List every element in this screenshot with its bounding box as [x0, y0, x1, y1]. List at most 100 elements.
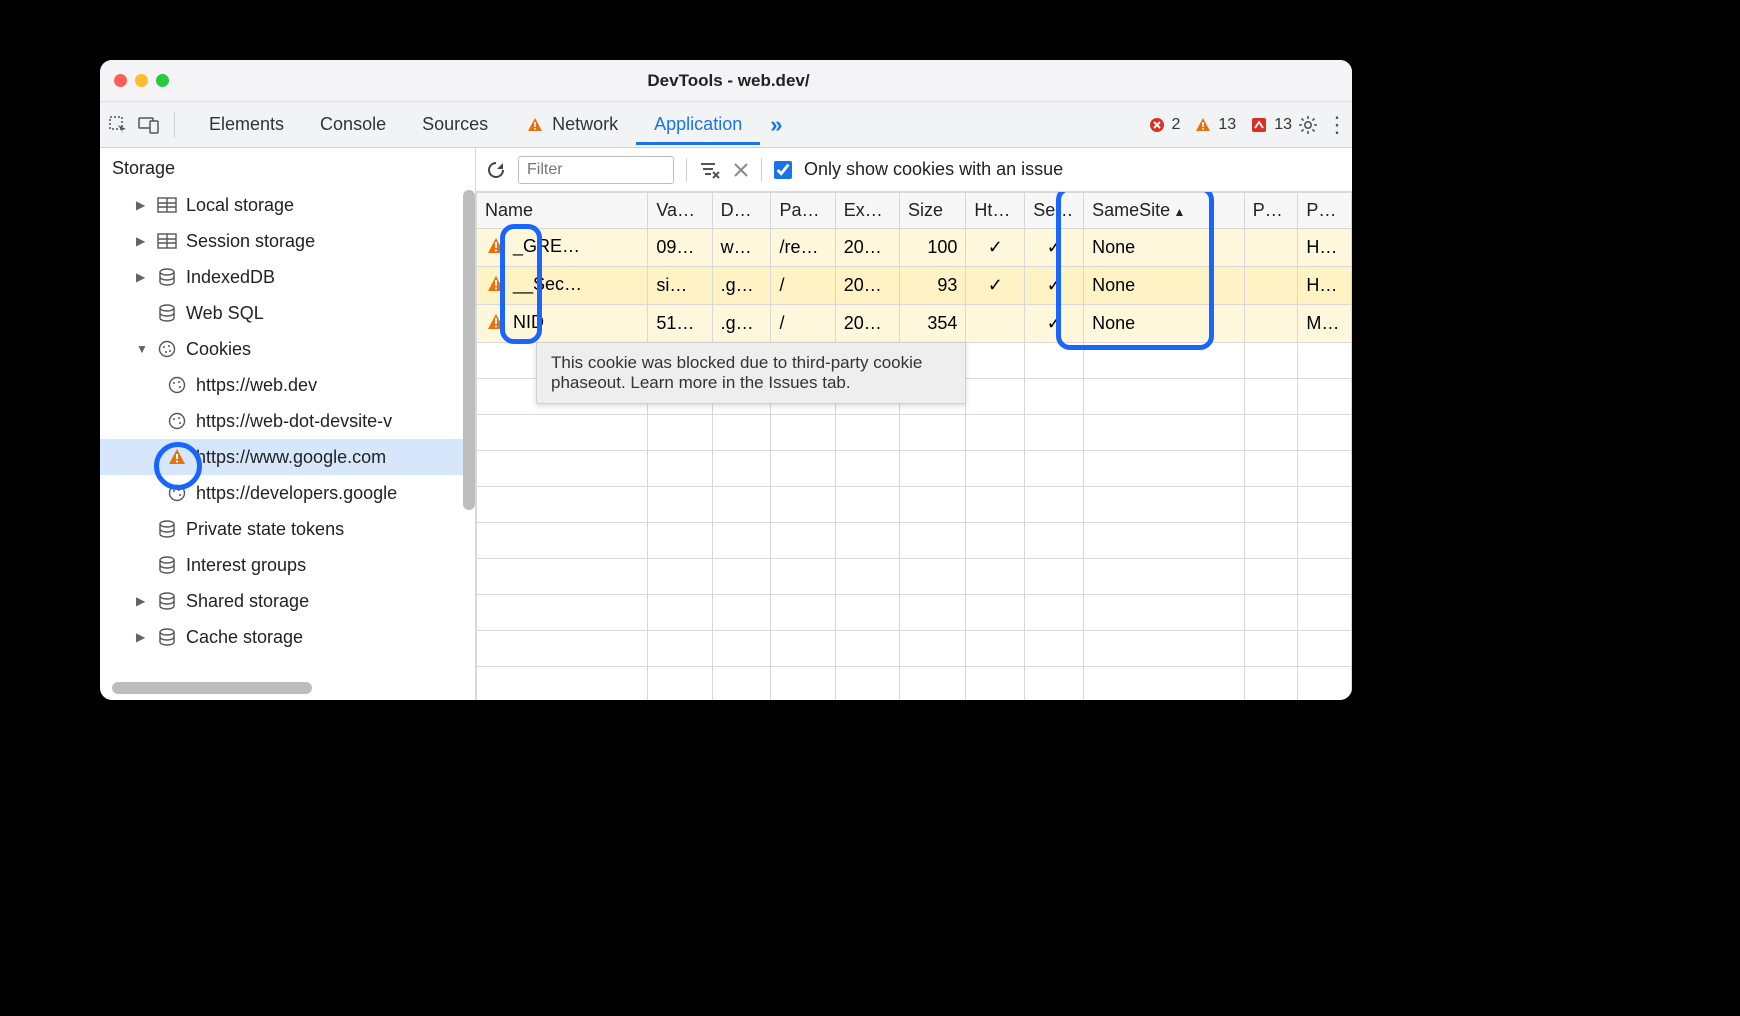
clear-icon[interactable]: [733, 162, 749, 178]
sidebar-hscrollbar[interactable]: [112, 682, 312, 694]
sidebar-item-websql[interactable]: Web SQL: [100, 295, 475, 331]
chevron-right-icon: ▶: [136, 270, 148, 284]
only-issues-label: Only show cookies with an issue: [804, 159, 1063, 180]
error-icon: [1146, 114, 1168, 136]
close-icon[interactable]: [114, 74, 127, 87]
sidebar-cookie-origin-developers[interactable]: https://developers.google: [100, 475, 475, 511]
cell-samesite: None: [1084, 229, 1245, 267]
cell-domain: .g…: [712, 267, 771, 305]
cookies-table-wrap: Name Va… D… Pa… Ex… Size Ht… Se… SameSit…: [476, 192, 1352, 700]
cell-samesite: None: [1084, 305, 1245, 343]
warning-icon: [485, 273, 507, 295]
cell-domain: w…: [712, 229, 771, 267]
col-value[interactable]: Va…: [648, 193, 712, 229]
tab-network[interactable]: Network: [506, 104, 636, 146]
table-row-empty: [477, 523, 1352, 559]
cell-name: __Sec…: [477, 267, 648, 305]
col-samesite[interactable]: SameSite: [1084, 193, 1245, 229]
sidebar-cookie-origin-google[interactable]: https://www.google.com: [100, 439, 475, 475]
chevron-right-icon: ▶: [136, 234, 148, 248]
warning-icon: [524, 114, 546, 136]
sidebar-cookie-origin-webdev[interactable]: https://web.dev: [100, 367, 475, 403]
sidebar-item-cookies[interactable]: ▼Cookies: [100, 331, 475, 367]
sidebar-item-session-storage[interactable]: ▶Session storage: [100, 223, 475, 259]
cell-size: 100: [899, 229, 965, 267]
table-row-empty: [477, 559, 1352, 595]
cell-secure: ✓: [1025, 305, 1084, 343]
cell-path: /: [771, 267, 835, 305]
tabbar: Elements Console Sources Network Applica…: [100, 102, 1352, 148]
issues-counter[interactable]: 13: [1242, 114, 1298, 136]
table-row-empty: [477, 631, 1352, 667]
refresh-icon[interactable]: [486, 160, 506, 180]
tab-network-label: Network: [552, 114, 618, 135]
only-issues-checkbox[interactable]: [774, 161, 792, 179]
more-tabs-button[interactable]: »: [760, 106, 792, 144]
sidebar-section-title: Storage: [100, 148, 475, 187]
settings-gear-icon[interactable]: [1298, 115, 1326, 135]
col-priority[interactable]: P…: [1298, 193, 1352, 229]
table-row[interactable]: _GRE…09…w…/re…20…100✓✓NoneH…: [477, 229, 1352, 267]
cell-path: /re…: [771, 229, 835, 267]
warning-icon: [1192, 114, 1214, 136]
panel-tabs: Elements Console Sources Network Applica…: [191, 104, 792, 146]
inspect-icon[interactable]: [108, 115, 138, 135]
table-row[interactable]: __Sec…si….g…/20…93✓✓NoneH…: [477, 267, 1352, 305]
cell-secure: ✓: [1025, 229, 1084, 267]
table-icon: [156, 230, 178, 252]
minimize-icon[interactable]: [135, 74, 148, 87]
col-secure[interactable]: Se…: [1025, 193, 1084, 229]
sidebar-item-private-state[interactable]: Private state tokens: [100, 511, 475, 547]
sidebar-item-interest-groups[interactable]: Interest groups: [100, 547, 475, 583]
col-httponly[interactable]: Ht…: [966, 193, 1025, 229]
sidebar-item-cache-storage[interactable]: ▶Cache storage: [100, 619, 475, 655]
col-partition[interactable]: P…: [1244, 193, 1298, 229]
table-row-empty: [477, 451, 1352, 487]
sidebar-item-label: Cookies: [186, 339, 251, 360]
cookie-icon: [156, 338, 178, 360]
col-domain[interactable]: D…: [712, 193, 771, 229]
cookie-icon: [166, 482, 188, 504]
sidebar-item-label: Private state tokens: [186, 519, 344, 540]
tab-console[interactable]: Console: [302, 104, 404, 145]
maximize-icon[interactable]: [156, 74, 169, 87]
sidebar-item-indexeddb[interactable]: ▶ IndexedDB: [100, 259, 475, 295]
col-size[interactable]: Size: [899, 193, 965, 229]
kebab-menu-icon[interactable]: ⋮: [1326, 119, 1344, 131]
issues-count: 13: [1274, 116, 1292, 134]
sidebar-item-label: IndexedDB: [186, 267, 275, 288]
sidebar-item-label: Web SQL: [186, 303, 264, 324]
cell-domain: .g…: [712, 305, 771, 343]
error-counter[interactable]: 2: [1140, 114, 1187, 136]
table-row[interactable]: NID51….g…/20…354✓NoneM…: [477, 305, 1352, 343]
database-icon: [156, 302, 178, 324]
col-path[interactable]: Pa…: [771, 193, 835, 229]
cell-priority: H…: [1298, 229, 1352, 267]
sidebar-cookie-origin-webdot[interactable]: https://web-dot-devsite-v: [100, 403, 475, 439]
chevron-right-icon: ▶: [136, 198, 148, 212]
warning-count: 13: [1218, 116, 1236, 134]
col-expires[interactable]: Ex…: [835, 193, 899, 229]
tab-sources[interactable]: Sources: [404, 104, 506, 145]
cell-value: 51…: [648, 305, 712, 343]
cell-priority: M…: [1298, 305, 1352, 343]
cell-expires: 20…: [835, 267, 899, 305]
storage-tree: ▶Local storage ▶Session storage ▶ Indexed…: [100, 187, 475, 700]
table-icon: [156, 194, 178, 216]
sidebar-item-shared-storage[interactable]: ▶Shared storage: [100, 583, 475, 619]
warning-icon: [485, 311, 507, 333]
filter-input[interactable]: [518, 156, 674, 184]
cell-value: si…: [648, 267, 712, 305]
cell-http: ✓: [966, 229, 1025, 267]
database-icon: [156, 518, 178, 540]
cookie-icon: [166, 410, 188, 432]
col-name[interactable]: Name: [477, 193, 648, 229]
device-toggle-icon[interactable]: [138, 116, 168, 134]
cell-partition: [1244, 267, 1298, 305]
clear-all-icon[interactable]: [699, 161, 721, 179]
sidebar-scrollbar[interactable]: [463, 190, 475, 510]
warning-counter[interactable]: 13: [1186, 114, 1242, 136]
sidebar-item-local-storage[interactable]: ▶Local storage: [100, 187, 475, 223]
tab-application[interactable]: Application: [636, 104, 760, 145]
tab-elements[interactable]: Elements: [191, 104, 302, 145]
